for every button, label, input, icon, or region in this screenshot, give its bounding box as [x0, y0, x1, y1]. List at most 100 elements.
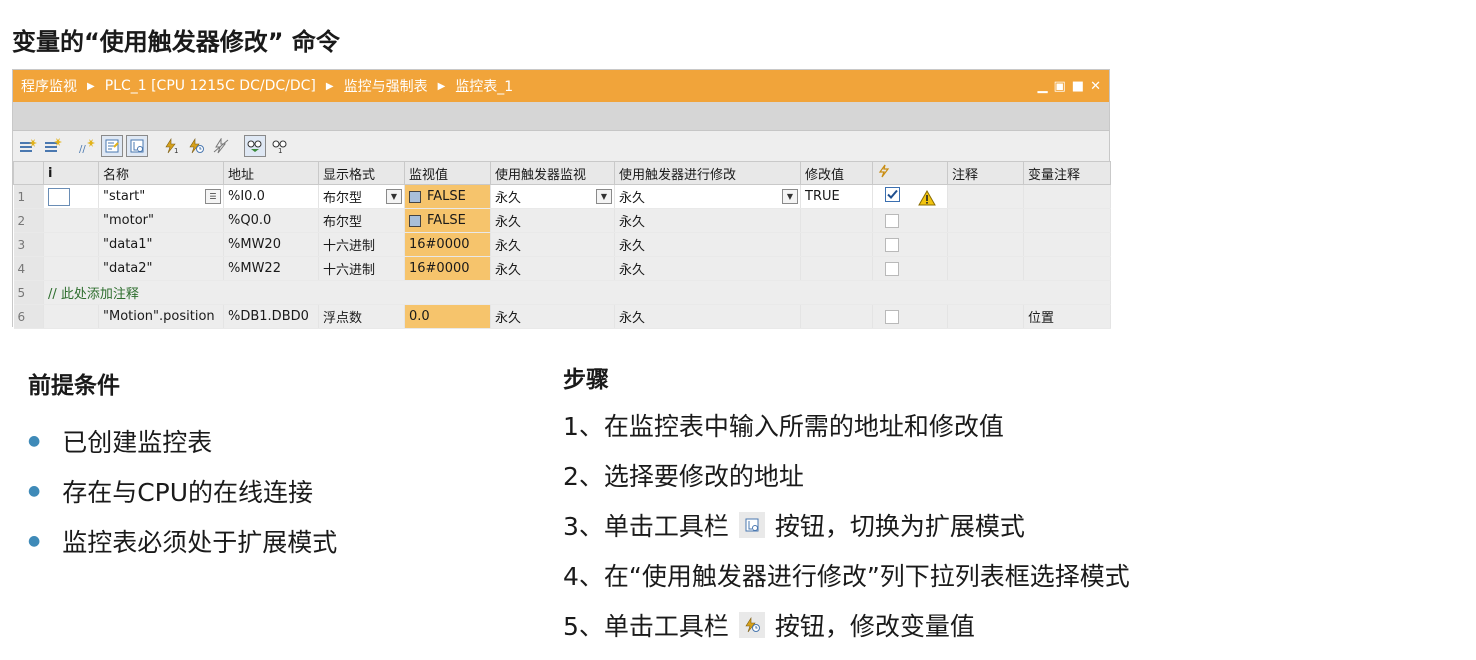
variable-comment-cell[interactable] — [1023, 184, 1111, 209]
monitor-now-icon[interactable]: 1 — [269, 135, 291, 157]
comment-row[interactable]: 5 // 此处添加注释 — [13, 280, 1111, 305]
display-format-cell[interactable]: 十六进制 — [318, 256, 405, 281]
monitor-trigger-cell[interactable]: 永久 — [490, 232, 615, 257]
name-cell[interactable]: "motor" — [98, 208, 224, 233]
checkbox[interactable] — [885, 309, 899, 324]
breadcrumb-item[interactable]: 程序监视 — [21, 76, 77, 96]
breadcrumb-item[interactable]: 监控表_1 — [455, 76, 513, 96]
info-cell[interactable] — [43, 232, 99, 257]
column-header-modify-with-trigger[interactable]: 使用触发器进行修改 — [614, 161, 801, 185]
enable-peripheral-outputs-icon[interactable] — [210, 135, 232, 157]
display-format-cell[interactable]: 布尔型 — [318, 208, 405, 233]
breadcrumb-item[interactable]: PLC_1 [CPU 1215C DC/DC/DC] — [105, 78, 316, 94]
list-item-text: 已创建监控表 — [62, 428, 213, 457]
column-header-display-format[interactable]: 显示格式 — [318, 161, 405, 185]
info-cell[interactable] — [43, 184, 99, 209]
add-row-icon[interactable] — [42, 135, 64, 157]
address-cell[interactable]: %MW22 — [223, 256, 319, 281]
column-header-modify-select[interactable] — [872, 161, 948, 185]
name-cell[interactable]: "start" ☰ — [98, 184, 224, 209]
address-cell[interactable]: %MW20 — [223, 232, 319, 257]
chevron-down-icon[interactable]: ▼ — [386, 189, 402, 204]
checkbox-checked[interactable] — [885, 186, 900, 202]
comment-cell[interactable] — [947, 184, 1024, 209]
modify-now-icon[interactable]: 1 — [160, 135, 182, 157]
comment-cell[interactable] — [947, 304, 1024, 329]
checkbox[interactable] — [885, 237, 899, 252]
comment-row-text[interactable]: // 此处添加注释 — [43, 280, 1111, 305]
monitor-trigger-cell[interactable]: 永久 ▼ — [490, 184, 615, 209]
column-header-comment[interactable]: 注释 — [947, 161, 1024, 185]
column-header-modify-value[interactable]: 修改值 — [800, 161, 873, 185]
column-header-monitor-value[interactable]: 监视值 — [404, 161, 491, 185]
step-text: 4、在“使用触发器进行修改”列下拉列表框选择模式 — [563, 562, 1130, 591]
close-icon[interactable]: ✕ — [1090, 80, 1101, 93]
variable-comment-cell[interactable]: 位置 — [1023, 304, 1111, 329]
modify-select-cell[interactable] — [872, 256, 948, 281]
modify-trigger-cell[interactable]: 永久 — [614, 256, 801, 281]
chevron-down-icon[interactable]: ▼ — [782, 189, 798, 204]
breadcrumb-item[interactable]: 监控与强制表 — [344, 76, 428, 96]
modify-select-cell[interactable] — [872, 208, 948, 233]
modify-trigger-cell[interactable]: 永久 ▼ — [614, 184, 801, 209]
warning-icon — [918, 190, 937, 206]
column-header-name[interactable]: 名称 — [98, 161, 224, 185]
column-header-address[interactable]: 地址 — [223, 161, 319, 185]
column-header-monitor-with-trigger[interactable]: 使用触发器监视 — [490, 161, 615, 185]
display-format-cell[interactable]: 十六进制 — [318, 232, 405, 257]
monitor-trigger-cell[interactable]: 永久 — [490, 208, 615, 233]
insert-row-icon[interactable] — [17, 135, 39, 157]
maximize-icon[interactable]: ■ — [1072, 80, 1084, 93]
insert-comment-row-icon[interactable]: // — [76, 135, 98, 157]
table-row[interactable]: 1 "start" ☰ %I0.0 布尔型 ▼ FALSE 永久 ▼ 永久 ▼ TRUE — [13, 184, 1111, 209]
name-cell[interactable]: "data2" — [98, 256, 224, 281]
monitor-trigger-cell[interactable]: 永久 — [490, 304, 615, 329]
table-row[interactable]: 6 "Motion".position %DB1.DBD0 浮点数 0.0 永久… — [13, 304, 1111, 329]
variable-comment-cell[interactable] — [1023, 232, 1111, 257]
modify-value-cell[interactable] — [800, 232, 873, 257]
comment-cell[interactable] — [947, 232, 1024, 257]
modify-value-cell[interactable] — [800, 256, 873, 281]
row-number: 5 — [13, 280, 44, 305]
modify-value-cell[interactable] — [800, 208, 873, 233]
display-format-cell[interactable]: 布尔型 ▼ — [318, 184, 405, 209]
chevron-down-icon[interactable]: ▼ — [596, 189, 612, 204]
address-cell[interactable]: %I0.0 — [223, 184, 319, 209]
restore-icon[interactable]: ▣ — [1054, 80, 1066, 93]
info-cell[interactable] — [43, 304, 99, 329]
column-header-info[interactable]: i — [43, 161, 99, 185]
table-row[interactable]: 2 "motor" %Q0.0 布尔型 FALSE 永久 永久 — [13, 208, 1111, 233]
table-row[interactable]: 4 "data2" %MW22 十六进制 16#0000 永久 永久 — [13, 256, 1111, 281]
show-basic-mode-icon[interactable] — [101, 135, 123, 157]
modify-value-cell[interactable]: TRUE — [800, 184, 873, 209]
comment-cell[interactable] — [947, 208, 1024, 233]
variable-comment-cell[interactable] — [1023, 208, 1111, 233]
modify-trigger-cell[interactable]: 永久 — [614, 304, 801, 329]
modify-with-trigger-icon[interactable] — [185, 135, 207, 157]
modify-value-cell[interactable] — [800, 304, 873, 329]
modify-select-cell[interactable] — [872, 304, 948, 329]
monitor-trigger-cell[interactable]: 永久 — [490, 256, 615, 281]
name-cell[interactable]: "data1" — [98, 232, 224, 257]
monitor-all-icon[interactable] — [244, 135, 266, 157]
modify-trigger-cell[interactable]: 永久 — [614, 232, 801, 257]
table-row[interactable]: 3 "data1" %MW20 十六进制 16#0000 永久 永久 — [13, 232, 1111, 257]
checkbox[interactable] — [885, 213, 899, 228]
name-cell[interactable]: "Motion".position — [98, 304, 224, 329]
modify-select-cell[interactable] — [872, 232, 948, 257]
modify-trigger-cell[interactable]: 永久 — [614, 208, 801, 233]
step-item: 5、单击工具栏 按钮，修改变量值 — [563, 600, 1130, 650]
show-extended-mode-icon[interactable] — [126, 135, 148, 157]
comment-cell[interactable] — [947, 256, 1024, 281]
list-icon[interactable]: ☰ — [205, 189, 221, 204]
modify-select-cell[interactable] — [872, 184, 948, 209]
minimize-icon[interactable]: ▁ — [1038, 80, 1048, 93]
address-cell[interactable]: %DB1.DBD0 — [223, 304, 319, 329]
address-cell[interactable]: %Q0.0 — [223, 208, 319, 233]
variable-comment-cell[interactable] — [1023, 256, 1111, 281]
column-header-variable-comment[interactable]: 变量注释 — [1023, 161, 1111, 185]
checkbox[interactable] — [885, 261, 899, 276]
info-cell[interactable] — [43, 208, 99, 233]
display-format-cell[interactable]: 浮点数 — [318, 304, 405, 329]
info-cell[interactable] — [43, 256, 99, 281]
